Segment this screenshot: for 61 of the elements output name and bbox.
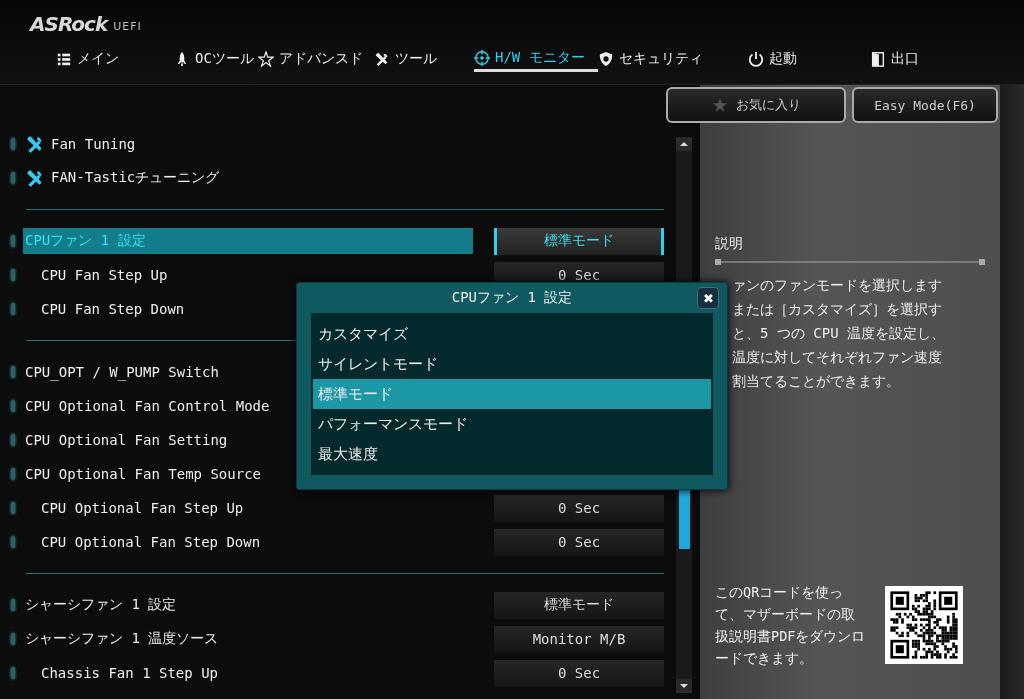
row-marker bbox=[11, 269, 15, 281]
qr-note: このQRコードを使って、マザーボードの取扱説明書PDFをダウンロードできます。 bbox=[715, 583, 867, 668]
brand-logo: ASRock bbox=[30, 12, 108, 36]
scroll-up-icon[interactable] bbox=[676, 137, 692, 151]
tools-icon bbox=[374, 51, 390, 67]
nav-tab[interactable]: 出口 bbox=[870, 46, 950, 72]
row-marker bbox=[11, 536, 15, 548]
menu-item[interactable]: Fan Tuning bbox=[23, 131, 473, 157]
setting-value[interactable]: 0 Sec bbox=[494, 494, 664, 522]
description-title: 説明 bbox=[715, 235, 744, 253]
row-marker bbox=[11, 366, 15, 378]
nav-tab[interactable]: ツール bbox=[374, 46, 474, 72]
setting-value[interactable]: Monitor M/B bbox=[494, 625, 664, 653]
row-marker bbox=[11, 303, 15, 315]
nav-tab[interactable]: メイン bbox=[56, 46, 174, 72]
setting-label[interactable]: シャーシファン 1 温度ソース bbox=[23, 626, 473, 652]
row-marker bbox=[11, 633, 15, 645]
row-marker bbox=[11, 235, 15, 247]
popup-title: CPUファン 1 設定 bbox=[451, 289, 573, 307]
nav-tab[interactable]: H/W モニター bbox=[474, 46, 598, 72]
list-icon bbox=[56, 51, 72, 67]
toolbar-button[interactable]: Easy Mode(F6) bbox=[852, 87, 998, 123]
row-marker bbox=[11, 400, 15, 412]
row-marker bbox=[11, 138, 15, 150]
nav-tab[interactable]: OCツール bbox=[174, 46, 258, 72]
wrench-screwdriver-icon bbox=[25, 168, 45, 188]
toolbar-button[interactable]: お気に入り bbox=[666, 87, 846, 123]
nav-tab[interactable]: アドバンスド bbox=[258, 46, 374, 72]
row-marker bbox=[11, 172, 15, 184]
row-marker bbox=[11, 502, 15, 514]
close-button[interactable]: ✖ bbox=[697, 287, 719, 309]
row-marker bbox=[11, 434, 15, 446]
nav-tab[interactable]: 起動 bbox=[748, 46, 870, 72]
setting-label[interactable]: シャーシファン 1 設定 bbox=[23, 592, 473, 618]
row-marker bbox=[11, 599, 15, 611]
row-marker bbox=[11, 468, 15, 480]
power-icon bbox=[748, 51, 764, 67]
description-text: ァンのファンモードを選択します または［カスタマイズ］を選択す と、5 つの CPU 温度を設定し、 温度に対してそれぞれファン速度 割当てることができます。 bbox=[732, 276, 946, 391]
menu-item[interactable]: FAN-Tasticチューニング bbox=[23, 165, 473, 191]
row-marker bbox=[11, 667, 15, 679]
option-item[interactable]: 最大速度 bbox=[313, 439, 711, 469]
setting-value[interactable]: 標準モード bbox=[494, 227, 664, 255]
setting-label[interactable]: CPU Optional Fan Step Down bbox=[23, 529, 473, 555]
option-item[interactable]: サイレントモード bbox=[313, 349, 711, 379]
setting-value[interactable]: 0 Sec bbox=[494, 528, 664, 556]
setting-label[interactable]: Chassis Fan 1 Step Up bbox=[23, 660, 473, 686]
star-icon bbox=[258, 51, 274, 67]
nav-tab[interactable]: セキュリティ bbox=[598, 46, 748, 72]
setting-label[interactable]: CPU Optional Fan Step Up bbox=[23, 495, 473, 521]
wrench-screwdriver-icon bbox=[25, 134, 45, 154]
shield-icon bbox=[598, 51, 614, 67]
logo-suffix: UEFI bbox=[113, 20, 142, 35]
setting-value[interactable]: 標準モード bbox=[494, 591, 664, 619]
setting-value[interactable]: 0 Sec bbox=[494, 659, 664, 687]
door-icon bbox=[870, 51, 886, 67]
star-icon bbox=[711, 97, 728, 113]
option-item[interactable]: パフォーマンスモード bbox=[313, 409, 711, 439]
scroll-down-icon[interactable] bbox=[676, 679, 692, 693]
setting-label[interactable]: CPU Fan Step Up bbox=[23, 262, 473, 288]
option-item[interactable]: カスタマイズ bbox=[313, 319, 711, 349]
crosshair-icon bbox=[474, 49, 490, 66]
